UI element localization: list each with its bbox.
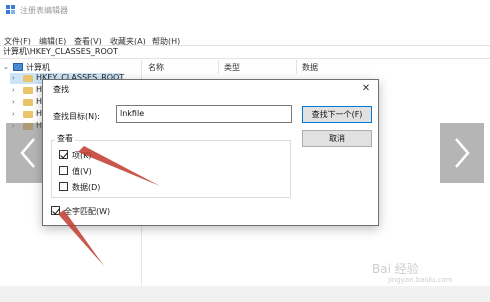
chevron-left-icon [20,138,35,168]
find-dialog: 查找 ✕ 查找目标(N): lnkfile 查找下一个(F) 取消 查看 项(K… [42,79,379,226]
look-at-label: 查看 [55,133,75,144]
values-checkbox[interactable] [59,166,68,175]
folder-icon [23,99,33,106]
column-header-name[interactable]: 名称 [148,62,164,73]
column-divider[interactable] [296,60,297,74]
registry-icon [6,5,15,14]
watermark-logo: Bai 经验 [372,262,419,276]
cancel-button[interactable]: 取消 [302,130,372,147]
menu-bar: 文件(F) 编辑(E) 查看(V) 收藏夹(A) 帮助(H) [0,20,490,46]
data-label: 数据(D) [72,183,101,192]
column-header-data[interactable]: 数据 [302,62,318,73]
folder-icon [23,87,33,94]
chevron-right-icon[interactable]: › [12,98,15,106]
watermark-url: jingyan.baidu.com [388,276,453,284]
column-header-type[interactable]: 类型 [224,62,240,73]
column-divider[interactable] [218,60,219,74]
dialog-title: 查找 [53,85,69,94]
data-checkbox[interactable] [59,182,68,191]
keys-checkbox[interactable] [59,150,68,159]
tree-item-label: 计算机 [26,63,50,72]
chevron-right-icon[interactable]: › [12,74,15,82]
close-icon[interactable]: ✕ [360,83,372,95]
find-next-button[interactable]: 查找下一个(F) [302,106,372,123]
folder-icon [23,75,33,82]
bottom-strip [0,286,490,302]
match-whole-checkbox[interactable] [51,206,60,215]
window-title: 注册表编辑器 [20,6,68,15]
match-whole-label: 全字匹配(W) [64,207,111,216]
chevron-right-icon[interactable]: › [12,86,15,94]
address-path: 计算机\HKEY_CLASSES_ROOT [3,47,118,56]
registry-editor-window: 注册表编辑器 文件(F) 编辑(E) 查看(V) 收藏夹(A) 帮助(H) 计算… [0,0,490,302]
chevron-right-icon [455,138,470,168]
tree-item-computer[interactable]: ⌄ 计算机 [3,62,133,73]
find-target-input[interactable]: lnkfile [116,105,292,123]
next-slide-button[interactable] [440,123,484,183]
chevron-down-icon[interactable]: ⌄ [3,63,9,71]
computer-icon [13,63,23,71]
values-label: 值(V) [72,167,92,176]
folder-icon [23,111,33,118]
find-target-label: 查找目标(N): [53,112,100,121]
title-bar: 注册表编辑器 [0,0,490,20]
chevron-right-icon[interactable]: › [12,110,15,118]
keys-label: 项(K) [72,151,92,160]
